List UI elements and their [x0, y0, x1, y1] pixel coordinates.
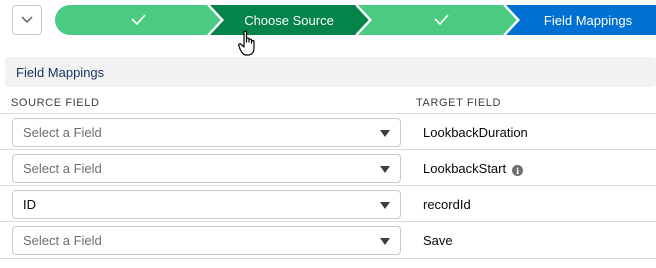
target-field-label: Save [423, 233, 453, 248]
info-icon[interactable]: i [512, 165, 524, 176]
section-title: Field Mappings [16, 64, 105, 80]
source-field-header: SOURCE FIELD [11, 97, 100, 109]
caret-down-icon [380, 166, 390, 173]
target-field-cell: LookbackStart i [423, 154, 524, 183]
select-value: Select a Field [23, 161, 102, 176]
path-step-3[interactable] [358, 5, 518, 35]
path-step-label-field-mappings: Field Mappings [543, 12, 633, 28]
source-field-select[interactable]: ID [12, 190, 401, 219]
target-field-label: LookbackStart [423, 161, 507, 176]
caret-down-icon [380, 238, 390, 245]
divider [0, 149, 656, 150]
path-bar: Choose Source Field Mappings [0, 0, 656, 42]
select-value: Select a Field [23, 125, 102, 140]
divider [0, 113, 656, 114]
target-field-label: recordId [423, 197, 471, 212]
hand-cursor-icon [238, 30, 255, 56]
caret-down-icon [380, 202, 390, 209]
select-value: Select a Field [23, 233, 102, 248]
source-field-select[interactable]: Select a Field [12, 118, 401, 147]
target-field-cell: recordId [423, 190, 471, 219]
source-field-select[interactable]: Select a Field [12, 154, 401, 183]
source-field-select[interactable]: Select a Field [12, 226, 401, 255]
section-header: Field Mappings [5, 57, 656, 87]
divider [0, 185, 656, 186]
target-field-cell: LookbackDuration [423, 118, 528, 147]
select-value: ID [23, 197, 36, 212]
divider [0, 221, 656, 222]
divider [0, 258, 656, 259]
target-field-cell: Save [423, 226, 453, 255]
target-field-label: LookbackDuration [423, 125, 528, 140]
target-field-header: TARGET FIELD [416, 97, 502, 109]
caret-down-icon [380, 130, 390, 137]
path-step-1[interactable] [55, 5, 222, 35]
